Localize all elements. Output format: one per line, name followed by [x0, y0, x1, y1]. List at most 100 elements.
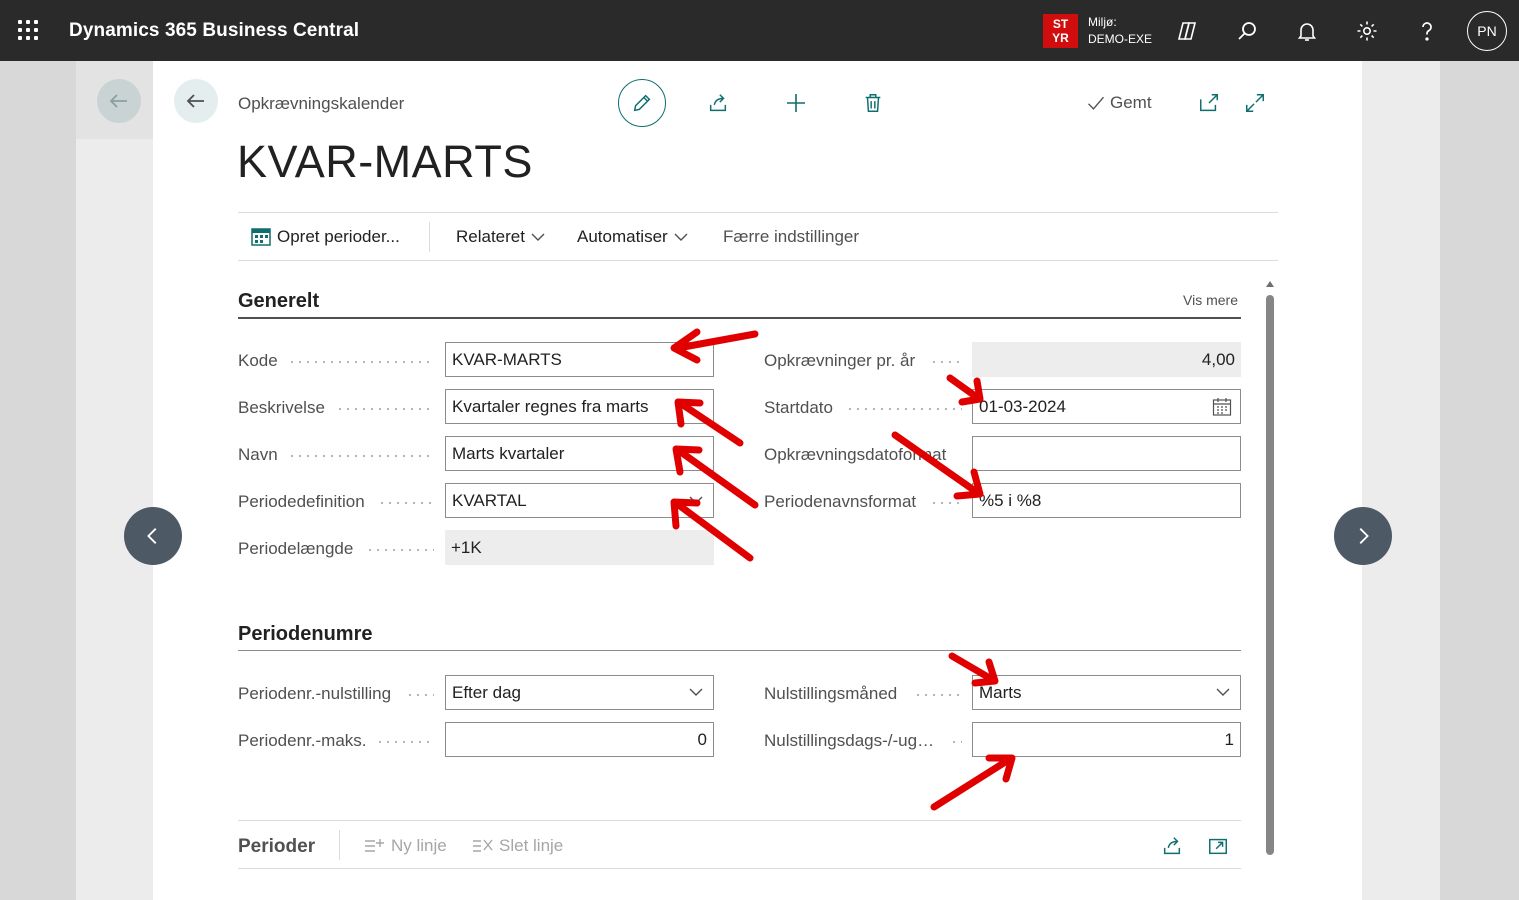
top-bar: Dynamics 365 Business Central ST YR Milj…	[0, 0, 1519, 61]
action-bar: Opret perioder... Relateret Automatiser …	[238, 212, 1278, 261]
delete-icon[interactable]	[854, 84, 892, 122]
environment-badge[interactable]: ST YR	[1043, 14, 1078, 48]
background-back-icon	[97, 79, 141, 123]
automate-menu[interactable]: Automatiser	[577, 227, 688, 247]
label-leader-dots	[914, 694, 962, 696]
related-label: Relateret	[456, 227, 525, 246]
new-line-icon	[365, 839, 384, 852]
field-label-reset-month: Nulstillingsmåned	[764, 684, 898, 703]
start-date-value: 01-03-2024	[979, 396, 1066, 416]
new-line-button[interactable]: Ny linje	[364, 836, 447, 856]
reset-day-week-no-value: 1	[1224, 729, 1234, 749]
app-launcher-icon[interactable]	[18, 20, 40, 42]
start-date-field[interactable]: 01-03-2024	[972, 389, 1241, 424]
gear-icon[interactable]	[1352, 16, 1382, 46]
fewer-options-button[interactable]: Færre indstillinger	[723, 227, 859, 247]
backdrop-right	[1362, 61, 1440, 900]
section-period-numbers-title[interactable]: Periodenumre	[238, 623, 372, 646]
periods-part-title[interactable]: Perioder	[238, 836, 315, 858]
scroll-up-arrow-icon[interactable]	[1266, 281, 1274, 287]
chevron-down-icon	[531, 233, 545, 241]
field-label-period-no-reset: Periodenr.-nulstilling	[238, 684, 392, 703]
field-label-start-date: Startdato	[764, 398, 833, 417]
label-leader-dots	[336, 408, 434, 410]
label-leader-dots	[406, 694, 434, 696]
name-field[interactable]: Marts kvartaler	[445, 436, 714, 471]
chevron-left-icon	[147, 528, 157, 544]
expand-icon[interactable]	[1236, 84, 1274, 122]
period-name-format-value: %5 i %8	[979, 490, 1042, 510]
periods-part-header-border	[238, 868, 1241, 869]
field-label-reset-day-week-no: Nulstillingsdags-/-uge-nr.	[764, 731, 942, 750]
chevron-down-icon	[674, 233, 688, 241]
code-field[interactable]: KVAR-MARTS	[445, 342, 714, 377]
env-badge-line2: YR	[1052, 31, 1069, 45]
chevron-right-icon	[1359, 528, 1369, 544]
period-definition-select[interactable]: KVARTAL	[445, 483, 714, 518]
reset-day-week-no-field[interactable]: 1	[972, 722, 1241, 757]
label-leader-dots	[846, 408, 962, 410]
saved-label: Gemt	[1110, 93, 1152, 112]
share-icon[interactable]	[1153, 827, 1191, 865]
field-label-code: Kode	[238, 351, 278, 370]
search-icon[interactable]	[1232, 16, 1262, 46]
fewer-options-label: Færre indstillinger	[723, 227, 860, 246]
add-icon[interactable]	[777, 84, 815, 122]
app-title[interactable]: Dynamics 365 Business Central	[69, 20, 359, 42]
breadcrumb: Opkrævningskalender	[238, 94, 405, 113]
field-label-collections-per-year: Opkrævninger pr. år	[764, 351, 916, 370]
label-leader-dots	[378, 502, 434, 504]
actionbar-divider	[429, 222, 430, 252]
period-name-format-field[interactable]: %5 i %8	[972, 483, 1241, 518]
previous-record-button[interactable]	[124, 507, 182, 565]
field-label-collection-date-format: Opkrævningsdatoformat	[764, 445, 947, 464]
help-icon[interactable]	[1412, 16, 1442, 46]
period-length-field: +1K	[445, 530, 714, 565]
reset-month-value: Marts	[979, 682, 1022, 702]
delete-line-label: Slet linje	[499, 836, 564, 855]
period-definition-value: KVARTAL	[452, 490, 527, 510]
share-icon[interactable]	[699, 84, 737, 122]
chevron-down-icon	[689, 688, 703, 696]
create-periods-button[interactable]: Opret perioder...	[251, 227, 400, 247]
field-label-name: Navn	[238, 445, 278, 464]
calendar-icon[interactable]	[1212, 397, 1232, 417]
copilot-icon[interactable]	[1172, 16, 1202, 46]
label-leader-dots	[950, 741, 962, 743]
section-general-title[interactable]: Generelt	[238, 290, 319, 313]
open-new-window-icon[interactable]	[1190, 84, 1228, 122]
bell-icon[interactable]	[1292, 16, 1322, 46]
related-menu[interactable]: Relateret	[456, 227, 545, 247]
period-length-value: +1K	[451, 537, 482, 557]
periods-part-divider	[339, 830, 340, 860]
scrollbar-thumb[interactable]	[1266, 295, 1274, 855]
avatar[interactable]: PN	[1467, 11, 1507, 51]
section-general-divider	[238, 317, 1241, 319]
environment-info[interactable]: Miljø: DEMO-EXE	[1088, 14, 1152, 48]
back-button[interactable]	[174, 79, 218, 123]
field-label-period-name-format: Periodenavnsformat	[764, 492, 917, 511]
show-more-link[interactable]: Vis mere	[1183, 292, 1238, 308]
edit-button[interactable]	[618, 79, 666, 127]
collections-per-year-value: 4,00	[1201, 349, 1235, 369]
period-no-max-field[interactable]: 0	[445, 722, 714, 757]
period-no-max-value: 0	[697, 729, 707, 749]
chevron-down-icon	[689, 496, 703, 504]
open-in-window-icon[interactable]	[1199, 827, 1237, 865]
periods-part-top-border	[238, 820, 1241, 821]
collection-date-format-field[interactable]	[972, 436, 1241, 471]
description-field[interactable]: Kvartaler regnes fra marts	[445, 389, 714, 424]
period-no-reset-select[interactable]: Efter dag	[445, 675, 714, 710]
period-no-reset-value: Efter dag	[452, 682, 521, 702]
field-label-period-no-max: Periodenr.-maks.	[238, 731, 367, 750]
next-record-button[interactable]	[1334, 507, 1392, 565]
calendar-grid-icon	[251, 228, 271, 246]
delete-line-icon	[473, 839, 493, 852]
label-leader-dots	[930, 361, 962, 363]
label-leader-dots	[288, 455, 434, 457]
code-value: KVAR-MARTS	[452, 349, 562, 369]
chevron-down-icon	[1216, 688, 1230, 696]
label-leader-dots	[288, 361, 434, 363]
reset-month-select[interactable]: Marts	[972, 675, 1241, 710]
delete-line-button[interactable]: Slet linje	[472, 836, 563, 856]
